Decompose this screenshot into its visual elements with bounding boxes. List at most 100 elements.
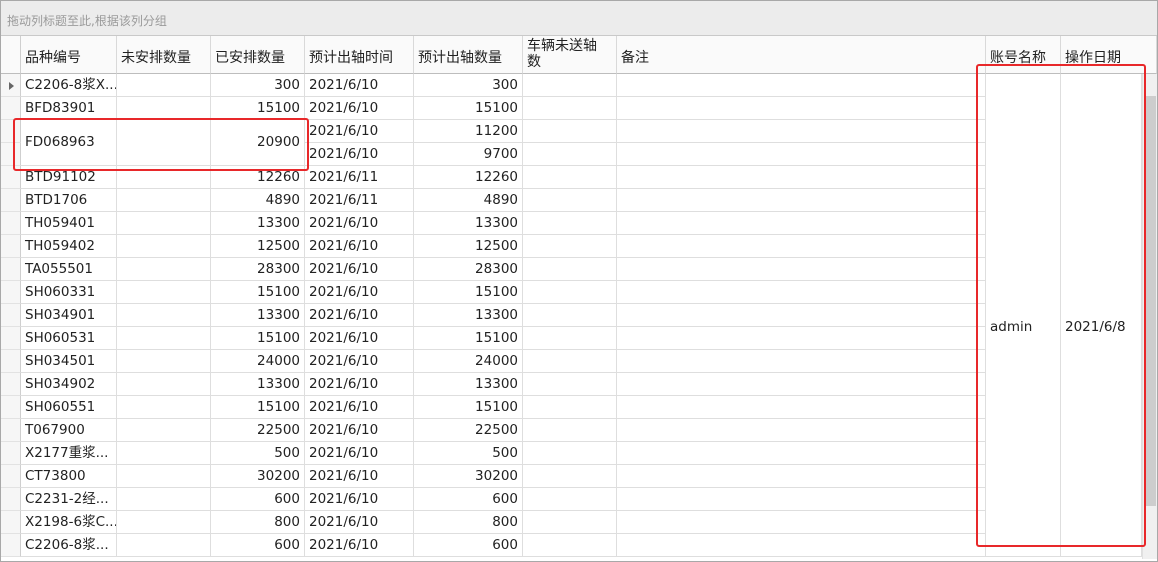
cell-code[interactable]: X2198-6浆C... — [21, 511, 117, 534]
row-indicator[interactable] — [1, 327, 21, 350]
cell-time[interactable]: 2021/6/10 — [305, 120, 414, 143]
cell-code[interactable]: SH060551 — [21, 396, 117, 419]
cell-code[interactable]: C2231-2经... — [21, 488, 117, 511]
column-header-account[interactable]: 账号名称 — [986, 36, 1061, 74]
scrollbar-thumb[interactable] — [1145, 96, 1156, 506]
cell-time[interactable]: 2021/6/10 — [305, 465, 414, 488]
cell-note[interactable] — [617, 511, 986, 534]
cell-code[interactable]: SH034901 — [21, 304, 117, 327]
cell-code[interactable]: CT73800 — [21, 465, 117, 488]
cell-unarranged[interactable] — [117, 189, 211, 212]
cell-unarranged[interactable] — [117, 120, 211, 166]
cell-note[interactable] — [617, 281, 986, 304]
cell-code[interactable]: TH059401 — [21, 212, 117, 235]
cell-unsent[interactable] — [523, 511, 617, 534]
cell-unarranged[interactable] — [117, 350, 211, 373]
cell-time[interactable]: 2021/6/10 — [305, 281, 414, 304]
cell-arranged[interactable]: 28300 — [211, 258, 305, 281]
op-date-merged-cell[interactable]: 2021/6/8 — [1061, 74, 1142, 557]
cell-note[interactable] — [617, 189, 986, 212]
cell-unarranged[interactable] — [117, 258, 211, 281]
vertical-scrollbar[interactable] — [1142, 74, 1157, 559]
cell-code[interactable]: TH059402 — [21, 235, 117, 258]
cell-note[interactable] — [617, 304, 986, 327]
cell-note[interactable] — [617, 465, 986, 488]
cell-note[interactable] — [617, 373, 986, 396]
cell-qty[interactable]: 15100 — [414, 396, 523, 419]
cell-code[interactable]: SH060531 — [21, 327, 117, 350]
cell-code[interactable]: T067900 — [21, 419, 117, 442]
cell-time[interactable]: 2021/6/11 — [305, 166, 414, 189]
cell-arranged[interactable]: 4890 — [211, 189, 305, 212]
cell-code[interactable]: SH060331 — [21, 281, 117, 304]
column-header-code[interactable]: 品种编号 — [21, 36, 117, 74]
cell-qty[interactable]: 13300 — [414, 373, 523, 396]
cell-qty[interactable]: 15100 — [414, 281, 523, 304]
cell-unsent[interactable] — [523, 166, 617, 189]
cell-qty[interactable]: 9700 — [414, 143, 523, 166]
cell-arranged[interactable]: 30200 — [211, 465, 305, 488]
cell-unsent[interactable] — [523, 74, 617, 97]
cell-arranged[interactable]: 15100 — [211, 281, 305, 304]
column-header-note[interactable]: 备注 — [617, 36, 986, 74]
cell-time[interactable]: 2021/6/10 — [305, 235, 414, 258]
cell-time[interactable]: 2021/6/10 — [305, 304, 414, 327]
row-indicator[interactable] — [1, 281, 21, 304]
cell-time[interactable]: 2021/6/10 — [305, 74, 414, 97]
cell-note[interactable] — [617, 534, 986, 557]
cell-unarranged[interactable] — [117, 166, 211, 189]
cell-unsent[interactable] — [523, 235, 617, 258]
row-indicator[interactable] — [1, 258, 21, 281]
cell-qty[interactable]: 4890 — [414, 189, 523, 212]
cell-unarranged[interactable] — [117, 419, 211, 442]
cell-arranged[interactable]: 13300 — [211, 373, 305, 396]
cell-unsent[interactable] — [523, 281, 617, 304]
cell-note[interactable] — [617, 235, 986, 258]
cell-time[interactable]: 2021/6/10 — [305, 327, 414, 350]
cell-note[interactable] — [617, 143, 986, 166]
row-indicator[interactable] — [1, 212, 21, 235]
cell-unarranged[interactable] — [117, 212, 211, 235]
cell-unsent[interactable] — [523, 212, 617, 235]
cell-time[interactable]: 2021/6/10 — [305, 97, 414, 120]
cell-unsent[interactable] — [523, 419, 617, 442]
row-indicator[interactable] — [1, 350, 21, 373]
cell-qty[interactable]: 500 — [414, 442, 523, 465]
row-indicator[interactable] — [1, 488, 21, 511]
cell-code[interactable]: X2177重浆... — [21, 442, 117, 465]
cell-unsent[interactable] — [523, 143, 617, 166]
cell-arranged[interactable]: 300 — [211, 74, 305, 97]
cell-note[interactable] — [617, 327, 986, 350]
row-indicator[interactable] — [1, 373, 21, 396]
row-indicator[interactable] — [1, 534, 21, 557]
cell-note[interactable] — [617, 97, 986, 120]
cell-time[interactable]: 2021/6/10 — [305, 212, 414, 235]
cell-code[interactable]: BTD1706 — [21, 189, 117, 212]
cell-qty[interactable]: 15100 — [414, 327, 523, 350]
row-indicator[interactable] — [1, 511, 21, 534]
cell-arranged[interactable]: 500 — [211, 442, 305, 465]
row-indicator[interactable] — [1, 304, 21, 327]
cell-unarranged[interactable] — [117, 396, 211, 419]
cell-unsent[interactable] — [523, 373, 617, 396]
row-indicator[interactable] — [1, 396, 21, 419]
cell-time[interactable]: 2021/6/10 — [305, 143, 414, 166]
cell-code[interactable]: SH034902 — [21, 373, 117, 396]
column-header-unsent[interactable]: 车辆未送轴数 — [523, 36, 617, 74]
cell-unsent[interactable] — [523, 327, 617, 350]
cell-note[interactable] — [617, 258, 986, 281]
cell-unarranged[interactable] — [117, 511, 211, 534]
cell-qty[interactable]: 300 — [414, 74, 523, 97]
cell-unarranged[interactable] — [117, 488, 211, 511]
column-header-arranged[interactable]: 已安排数量 — [211, 36, 305, 74]
cell-qty[interactable]: 13300 — [414, 304, 523, 327]
cell-unsent[interactable] — [523, 120, 617, 143]
cell-time[interactable]: 2021/6/10 — [305, 419, 414, 442]
cell-note[interactable] — [617, 396, 986, 419]
row-indicator[interactable] — [1, 166, 21, 189]
cell-unsent[interactable] — [523, 534, 617, 557]
cell-time[interactable]: 2021/6/10 — [305, 396, 414, 419]
column-header-expected-time[interactable]: 预计出轴时间 — [305, 36, 414, 74]
cell-unarranged[interactable] — [117, 74, 211, 97]
row-indicator[interactable] — [1, 97, 21, 120]
